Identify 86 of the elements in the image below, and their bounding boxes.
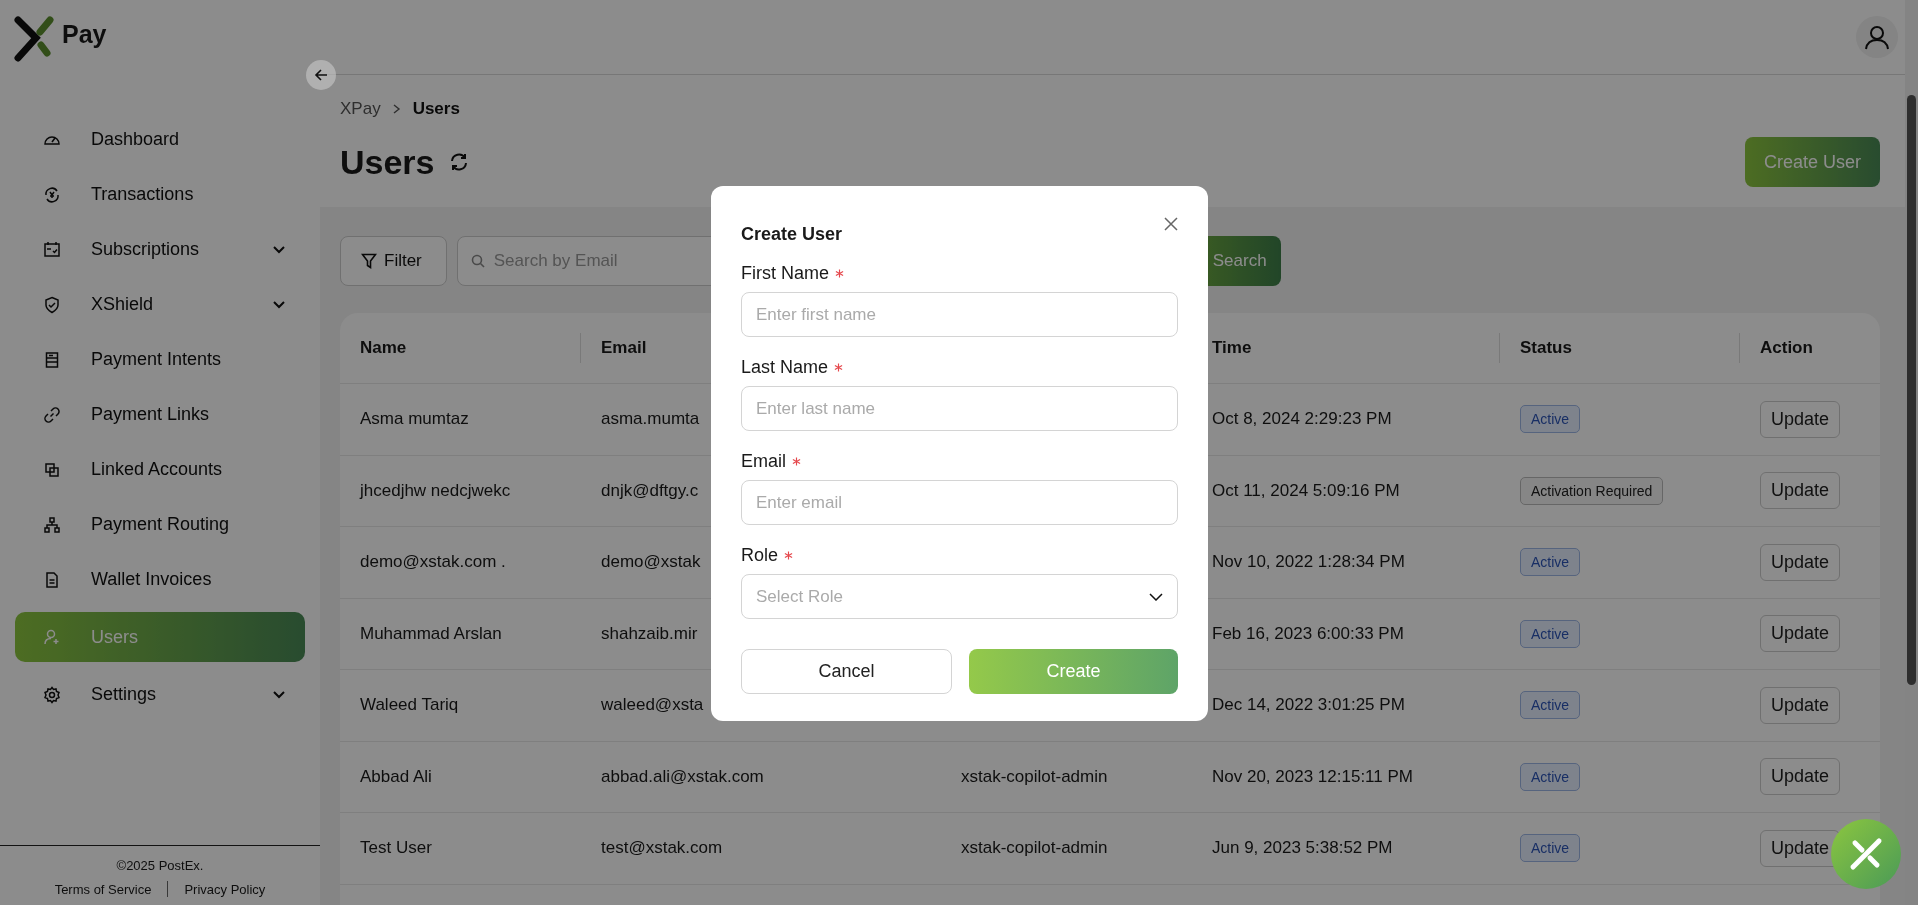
close-icon[interactable]	[1164, 217, 1178, 231]
gear-icon	[43, 685, 61, 704]
sidebar-item[interactable]: Settings	[15, 672, 305, 717]
table-cell: waleed@xsta	[601, 695, 704, 716]
column-header: Action	[1759, 337, 1814, 359]
sidebar-item[interactable]: Payment Routing	[15, 502, 305, 547]
field-label: Email	[741, 451, 786, 472]
copyright-text: ©2025 PostEx.	[116, 858, 204, 873]
field-label: First Name	[741, 263, 829, 284]
table-cell: demo@xstak	[601, 552, 701, 573]
status-badge: Active	[1520, 548, 1581, 577]
status-badge: Active	[1520, 619, 1581, 648]
sidebar-item[interactable]: Payment Links	[15, 392, 305, 437]
footer-link[interactable]: Terms of Service	[54, 881, 152, 897]
cycle-icon	[43, 185, 61, 204]
sidebar-item[interactable]: Dashboard	[15, 117, 305, 162]
table-cell: Muhammad Arslan	[360, 623, 502, 644]
arrow-left-icon	[314, 68, 328, 82]
update-button[interactable]: Update	[1760, 472, 1841, 510]
sidebar-item[interactable]: Subscriptions	[15, 227, 305, 272]
table-cell: Feb 16, 2023 6:00:33 PM	[1212, 623, 1404, 644]
status-badge: Active	[1520, 834, 1581, 863]
dialog-title: Create User	[741, 224, 843, 245]
status-badge: Active	[1520, 405, 1581, 434]
search-icon	[470, 254, 485, 268]
tree-icon	[43, 515, 61, 534]
refresh-icon[interactable]	[448, 152, 469, 172]
text-field[interactable]: Enter first name	[741, 292, 1178, 337]
doc-icon	[43, 350, 61, 369]
table-cell: Dec 14, 2022 3:01:25 PM	[1212, 695, 1405, 716]
collapse-sidebar-button[interactable]	[306, 60, 336, 90]
text-field[interactable]: Enter last name	[741, 386, 1178, 431]
filter-button[interactable]: Filter	[340, 236, 447, 286]
filter-icon	[361, 253, 377, 269]
table-cell: jhcedjhw nedcjwekc	[360, 480, 511, 501]
table-cell: shahzaib.mir	[601, 623, 698, 644]
table-cell: Nov 10, 2022 1:28:34 PM	[1212, 552, 1405, 573]
status-badge: Active	[1520, 762, 1581, 791]
user-icon	[43, 628, 61, 646]
breadcrumb-item: Users	[412, 99, 460, 119]
shield-icon	[43, 295, 61, 314]
update-button[interactable]: Update	[1760, 686, 1841, 724]
update-button[interactable]: Update	[1760, 615, 1841, 653]
update-button[interactable]: Update	[1760, 543, 1841, 581]
status-badge: Activation Required	[1520, 476, 1664, 505]
user-avatar[interactable]	[1856, 16, 1898, 58]
link-icon	[43, 405, 61, 424]
squares-icon	[43, 460, 61, 479]
sidebar-item[interactable]: Wallet Invoices	[15, 557, 305, 602]
table-cell: test@xstak.com	[601, 838, 723, 859]
table-cell: abbad.ali@xstak.com	[601, 766, 764, 787]
field-label: Role	[741, 545, 779, 566]
footer-link[interactable]: Privacy Policy	[184, 881, 266, 897]
update-button[interactable]: Update	[1760, 758, 1841, 796]
text-field[interactable]: Enter email	[741, 480, 1178, 525]
table-cell: Waleed Tariq	[360, 695, 459, 716]
table-cell: xstak-copilot-admin	[961, 838, 1108, 859]
status-badge: Active	[1520, 691, 1581, 720]
calendar-icon	[43, 240, 61, 259]
field-label: Last Name	[741, 357, 829, 378]
table-cell: Abbad Ali	[360, 766, 432, 787]
column-header: Status	[1500, 333, 1740, 363]
page-title: Users	[340, 142, 435, 182]
table-cell: Oct 8, 2024 2:29:23 PM	[1212, 409, 1392, 430]
table-cell: asma.mumta	[601, 409, 700, 430]
table-cell: demo@xstak.com .	[360, 552, 506, 573]
sidebar-item[interactable]: XShield	[15, 282, 305, 327]
cancel-button[interactable]: Cancel	[741, 649, 952, 694]
table-cell: Oct 11, 2024 5:09:16 PM	[1212, 480, 1400, 501]
breadcrumb-item[interactable]: XPay	[340, 99, 381, 119]
table-cell: dnjk@dftgy.c	[601, 480, 699, 501]
column-header: Email	[600, 337, 648, 359]
column-header: Name	[340, 333, 581, 363]
table-cell: Jun 9, 2023 5:38:52 PM	[1212, 838, 1393, 859]
scrollbar[interactable]	[1905, 0, 1918, 905]
brand-name: Pay	[62, 20, 107, 49]
sidebar-item[interactable]: Payment Intents	[15, 337, 305, 382]
table-cell: Asma mumtaz	[360, 409, 469, 430]
sidebar-item[interactable]: Linked Accounts	[15, 447, 305, 492]
table-cell: xstak-copilot-admin	[961, 766, 1108, 787]
table-cell: Nov 20, 2023 12:15:11 PM	[1212, 766, 1413, 787]
file-icon	[43, 570, 61, 589]
table-cell: Test User	[360, 838, 432, 859]
update-button[interactable]: Update	[1760, 400, 1841, 438]
chevron-down-icon	[1149, 592, 1163, 601]
sidebar-item[interactable]: Transactions	[15, 172, 305, 217]
